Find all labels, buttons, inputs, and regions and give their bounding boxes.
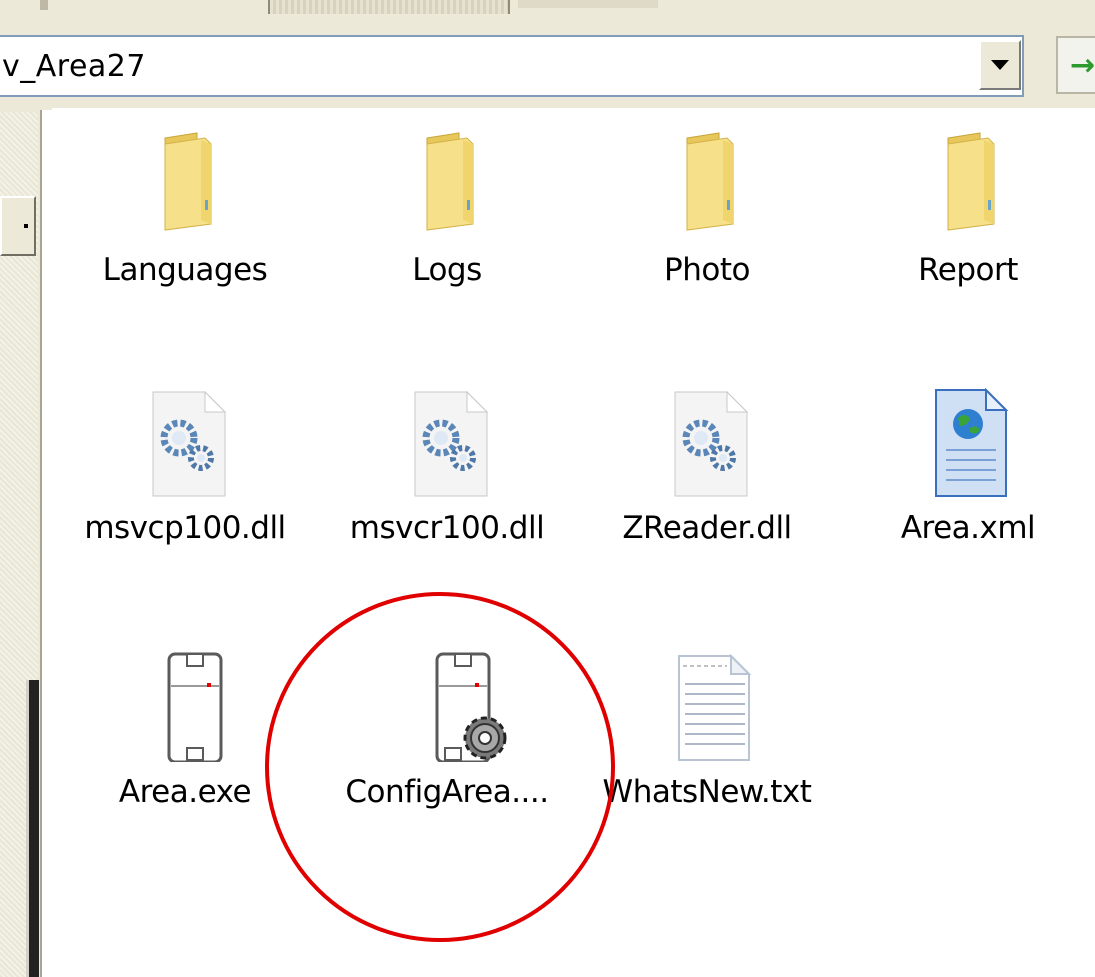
config-exe-icon xyxy=(397,652,507,764)
address-bar: v_Area27 → xyxy=(0,22,1095,108)
chevron-down-icon xyxy=(991,60,1009,70)
file-label: ConfigArea.... xyxy=(345,774,549,810)
exe-app-icon xyxy=(135,652,235,764)
folder-item-photo[interactable]: Photo xyxy=(597,130,817,288)
folders-pane-scrollbar-thumb[interactable] xyxy=(26,680,39,977)
go-button[interactable]: → xyxy=(1056,36,1095,94)
toolbar-button-partial[interactable] xyxy=(40,0,48,10)
file-item-configarea[interactable]: ConfigArea.... xyxy=(337,652,557,810)
folder-icon xyxy=(397,130,497,240)
dll-file-icon xyxy=(135,388,235,498)
go-arrow-icon: → xyxy=(1070,48,1095,83)
file-label: Area.xml xyxy=(900,510,1036,546)
folder-icon xyxy=(918,130,1018,240)
address-dropdown-button[interactable] xyxy=(979,40,1021,90)
folder-item-report[interactable]: Report xyxy=(858,130,1078,288)
file-label: msvcr100.dll xyxy=(349,510,545,546)
toolbar-button-partial[interactable] xyxy=(518,0,658,8)
folder-label: Report xyxy=(918,252,1018,288)
xml-file-icon xyxy=(918,387,1018,498)
file-label: Area.exe xyxy=(118,774,252,810)
pane-splitter[interactable] xyxy=(40,110,54,977)
file-item-msvcp100[interactable]: msvcp100.dll xyxy=(75,388,295,546)
folder-label: Logs xyxy=(412,252,482,288)
text-file-icon xyxy=(657,652,757,762)
toolbar-strip xyxy=(0,0,1095,24)
dot xyxy=(24,224,28,228)
address-path-text: v_Area27 xyxy=(2,49,146,84)
dll-file-icon xyxy=(397,388,497,498)
folders-pane-item-button[interactable] xyxy=(0,196,36,256)
file-item-area-exe[interactable]: Area.exe xyxy=(75,652,295,810)
file-item-whatsnew[interactable]: WhatsNew.txt xyxy=(597,652,817,810)
folder-item-languages[interactable]: Languages xyxy=(75,130,295,288)
folder-item-logs[interactable]: Logs xyxy=(337,130,557,288)
folder-label: Photo xyxy=(664,252,750,288)
folder-icon xyxy=(657,130,757,240)
folder-label: Languages xyxy=(102,252,268,288)
toolbar-grip xyxy=(268,0,510,14)
address-field[interactable]: v_Area27 xyxy=(0,35,1024,97)
file-label: ZReader.dll xyxy=(622,510,792,546)
file-item-msvcr100[interactable]: msvcr100.dll xyxy=(337,388,557,546)
folder-icon xyxy=(135,130,235,240)
file-item-zreader[interactable]: ZReader.dll xyxy=(597,388,817,546)
file-label: WhatsNew.txt xyxy=(602,774,812,810)
dll-file-icon xyxy=(657,388,757,498)
file-item-area-xml[interactable]: Area.xml xyxy=(858,387,1078,546)
file-label: msvcp100.dll xyxy=(84,510,286,546)
